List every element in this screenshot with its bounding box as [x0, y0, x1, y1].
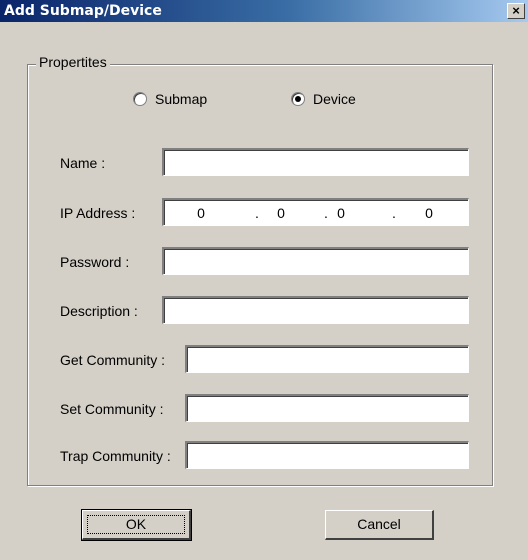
get-community-label: Get Community :: [60, 352, 166, 368]
get-community-field[interactable]: [185, 345, 469, 373]
ip-address-field[interactable]: 0 . 0 . 0 . 0: [162, 198, 469, 226]
password-label: Password :: [60, 254, 130, 270]
trap-community-label: Trap Community :: [60, 448, 171, 464]
device-radio-indicator[interactable]: [291, 92, 305, 106]
ip-octet-1[interactable]: 0: [186, 205, 216, 221]
name-label: Name :: [60, 155, 106, 171]
set-community-label: Set Community :: [60, 401, 164, 417]
close-icon: ×: [512, 3, 520, 18]
get-community-input[interactable]: [187, 347, 468, 372]
cancel-button[interactable]: Cancel: [325, 510, 434, 540]
set-community-field[interactable]: [185, 394, 469, 422]
add-submap-device-dialog: Add Submap/Device × Propertites Submap D…: [0, 0, 528, 560]
name-field[interactable]: [162, 148, 469, 176]
ok-button[interactable]: OK: [81, 509, 192, 541]
description-label: Description :: [60, 303, 138, 319]
ip-octet-4[interactable]: 0: [414, 205, 444, 221]
password-input[interactable]: [164, 249, 468, 274]
properties-group-label: Propertites: [36, 54, 110, 70]
ip-octet-2[interactable]: 0: [266, 205, 296, 221]
name-input[interactable]: [164, 150, 468, 175]
trap-community-field[interactable]: [185, 441, 469, 469]
ip-separator-1: .: [255, 205, 259, 221]
submap-radio-indicator[interactable]: [133, 92, 147, 106]
device-radio[interactable]: Device: [291, 91, 356, 107]
description-input[interactable]: [164, 298, 468, 323]
dialog-title: Add Submap/Device: [4, 3, 162, 19]
trap-community-input[interactable]: [187, 443, 468, 468]
set-community-input[interactable]: [187, 396, 468, 421]
ip-address-label: IP Address :: [60, 205, 136, 221]
title-bar[interactable]: Add Submap/Device ×: [0, 0, 528, 22]
submap-radio[interactable]: Submap: [133, 91, 207, 107]
properties-groupbox: [27, 64, 493, 486]
description-field[interactable]: [162, 296, 469, 324]
ok-focus-ring: [87, 515, 185, 534]
ip-separator-3: .: [392, 205, 396, 221]
submap-radio-label: Submap: [155, 91, 208, 107]
cancel-button-label: Cancel: [357, 516, 401, 532]
password-field[interactable]: [162, 247, 469, 275]
close-button[interactable]: ×: [507, 3, 525, 19]
ip-octet-3[interactable]: 0: [326, 205, 356, 221]
device-radio-label: Device: [313, 91, 356, 107]
